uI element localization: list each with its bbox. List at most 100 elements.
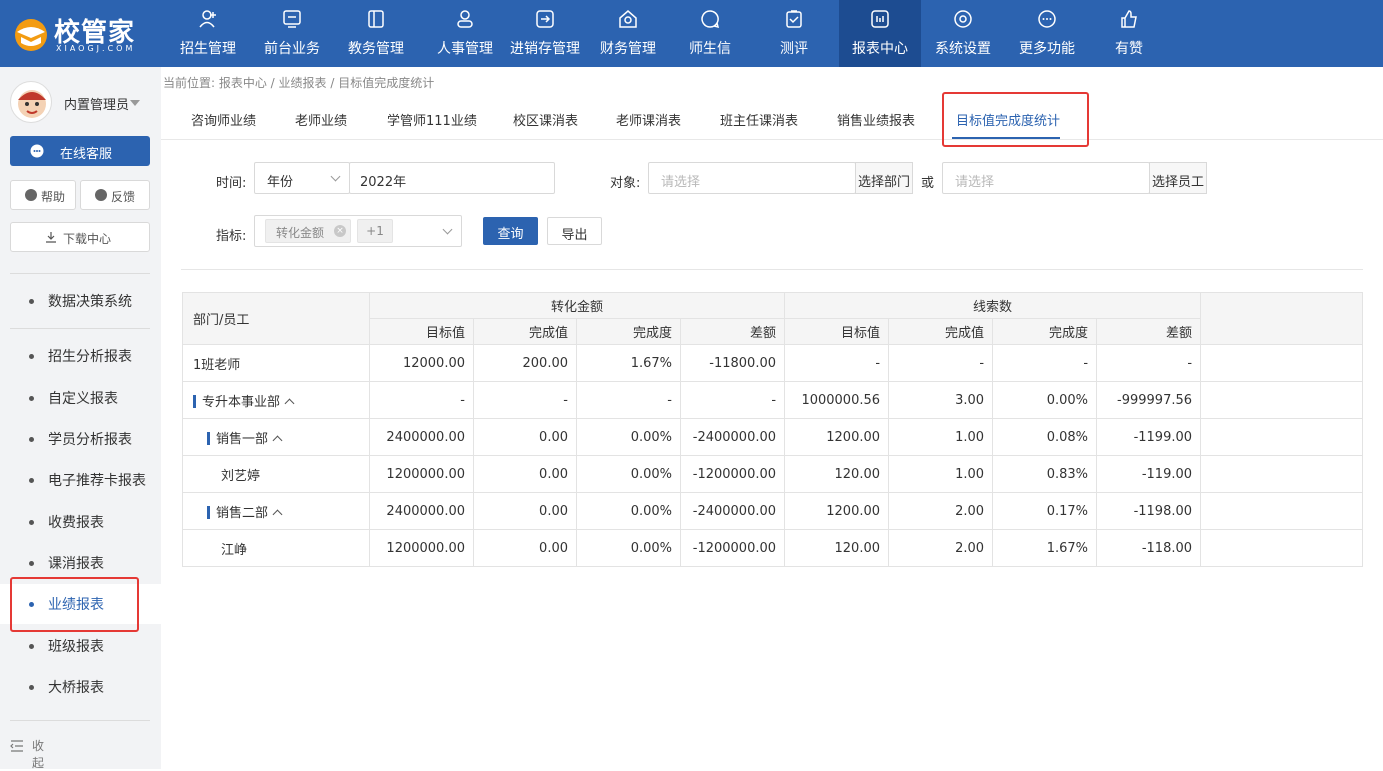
nav-item-6[interactable]: 师生信 [677,0,743,67]
nav-item-10[interactable]: 更多功能 [1012,0,1082,67]
bullet-icon [29,602,34,607]
col-header-2: 完成度 [576,318,681,345]
table-cell: 1.67% [992,529,1098,567]
download-center-label: 下载中心 [63,232,112,246]
download-center-button[interactable]: 下载中心 [10,222,150,252]
export-button[interactable]: 导出 [547,217,602,245]
col-group-conversion-amount: 转化金额 [368,292,786,319]
nav-item-0[interactable]: 招生管理 [173,0,243,67]
collapse-caret-icon[interactable] [284,398,295,408]
more-metrics-tag: +1 [357,219,393,243]
table-cell: 1.00 [888,418,994,456]
nav-item-11[interactable]: 有赞 [1096,0,1162,67]
row-name-cell[interactable]: 专升本事业部 [182,381,370,419]
choose-department-button[interactable]: 选择部门 [855,162,913,194]
settings-icon [954,10,972,28]
feedback-label: 反馈 [111,190,136,204]
user-dropdown-caret-icon[interactable] [130,100,140,106]
table-cell: -1198.00 [1096,492,1202,530]
department-placeholder: 请选择 [661,175,701,190]
tab-0[interactable]: 咨询师业绩 [191,110,256,129]
collapse-caret-icon[interactable] [272,509,283,519]
tab-2[interactable]: 学管师111业绩 [387,110,477,129]
nav-item-label: 师生信 [689,41,731,57]
department-input[interactable]: 请选择 [648,162,856,194]
sidebar-item-decision-system[interactable]: 数据决策系统 [0,281,161,321]
tab-3[interactable]: 校区课消表 [513,110,578,129]
table-cell: - [992,344,1098,382]
tab-7[interactable]: 目标值完成度统计 [956,110,1060,129]
bullet-icon [29,396,34,401]
nav-item-7[interactable]: 测评 [761,0,827,67]
sidebar-item-3[interactable]: 电子推荐卡报表 [0,460,161,500]
row-name-cell[interactable]: 销售二部 [182,492,370,530]
choose-staff-button[interactable]: 选择员工 [1149,162,1207,194]
table-spacer-cell [1200,344,1364,382]
row-name: 刘艺婷 [221,468,261,484]
more-icon [1038,10,1056,28]
collapse-caret-icon[interactable] [272,435,283,445]
choose-staff-label: 选择员工 [1151,175,1204,190]
help-button[interactable]: 帮助 [10,180,76,210]
nav-item-8[interactable]: 报表中心 [839,0,921,67]
chevron-down-icon [330,171,341,182]
sidebar-item-0[interactable]: 招生分析报表 [0,336,161,376]
year-picker[interactable]: 2022年 [349,162,555,194]
table-cell: -1200000.00 [679,455,786,493]
logo-mark-icon [15,19,47,51]
row-name: 专升本事业部 [202,394,281,410]
feedback-icon [95,189,107,201]
nav-item-label: 人事管理 [437,41,493,57]
table-row: 销售二部 2400000.00 0.00 0.00% -2400000.00 1200.0… [182,492,1364,530]
sidebar-item-4[interactable]: 收费报表 [0,502,161,542]
metric-multiselect[interactable]: 转化金额 × +1 [254,215,462,247]
time-unit-select[interactable]: 年份 [254,162,350,194]
table-cell: 1200.00 [784,492,890,530]
table-cell: -2400000.00 [679,418,786,456]
nav-item-4[interactable]: 进销存管理 [500,0,590,67]
table-cell: 0.00 [473,529,577,567]
tab-4[interactable]: 老师课消表 [616,110,681,129]
table-cell: 2400000.00 [369,492,474,530]
query-button[interactable]: 查询 [483,217,538,245]
nav-item-2[interactable]: 教务管理 [341,0,411,67]
sidebar-divider [10,328,150,329]
tab-5[interactable]: 班主任课消表 [720,110,798,129]
nav-item-label: 系统设置 [935,41,991,57]
logo[interactable]: 校管家 XIAOGJ.COM [10,8,160,60]
nav-item-5[interactable]: 财务管理 [593,0,663,67]
logo-subtitle: XIAOGJ.COM [56,44,136,53]
row-name-cell: 1班老师 [182,344,370,382]
avatar[interactable] [10,81,52,123]
row-name: 1班老师 [193,357,241,373]
online-service-button[interactable]: 在线客服 [10,136,150,166]
sidebar-item-8[interactable]: 大桥报表 [0,667,161,707]
table-cell: -11800.00 [679,344,786,382]
table-cell: 0.00% [576,492,681,530]
year-value: 2022年 [360,175,407,190]
export-label: 导出 [561,228,588,243]
feedback-button[interactable]: 反馈 [80,180,150,210]
table-cell: 1200000.00 [369,529,474,567]
sidebar-item-5[interactable]: 课消报表 [0,543,161,583]
sidebar-item-7[interactable]: 班级报表 [0,626,161,666]
chat-bubble-icon [30,144,44,158]
nav-item-1[interactable]: 前台业务 [257,0,327,67]
user-name[interactable]: 内置管理员 [64,94,129,113]
staff-input[interactable]: 请选择 [942,162,1150,194]
sidebar-item-1[interactable]: 自定义报表 [0,378,161,418]
nav-item-label: 测评 [780,41,808,57]
sidebar-item-6[interactable]: 业绩报表 [0,584,161,624]
sidebar-item-2[interactable]: 学员分析报表 [0,419,161,459]
nav-item-label: 报表中心 [852,41,908,57]
metric-label: 指标: [216,229,247,244]
remove-tag-icon[interactable]: × [334,225,346,237]
tab-6[interactable]: 销售业绩报表 [837,110,915,129]
row-name-cell[interactable]: 销售一部 [182,418,370,456]
nav-item-3[interactable]: 人事管理 [425,0,505,67]
nav-item-9[interactable]: 系统设置 [928,0,998,67]
row-name: 江峥 [221,542,248,558]
table-cell: 0.00 [473,492,577,530]
table-spacer-cell [1200,381,1364,419]
tab-1[interactable]: 老师业绩 [295,110,347,129]
